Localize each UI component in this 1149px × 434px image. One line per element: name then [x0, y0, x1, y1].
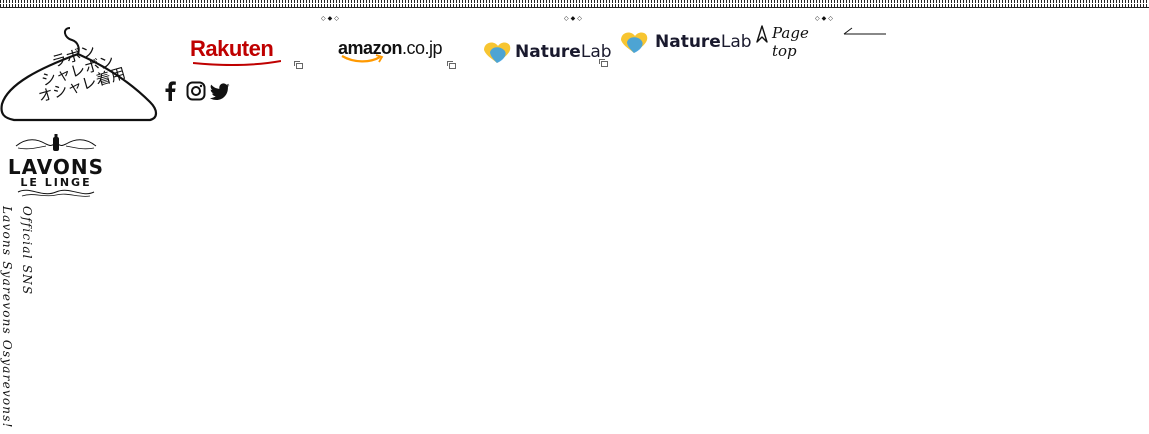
naturelab-logo-icon: [484, 42, 511, 63]
naturelab-logo-icon: [621, 32, 648, 53]
arrow-up-icon: [756, 25, 768, 43]
naturelab-shop-text: NatureLab: [515, 42, 612, 62]
external-link-icon: [294, 61, 303, 69]
naturelab-brand-text: NatureLab: [655, 32, 752, 52]
ornament-diamonds: ◇◆◇: [321, 15, 341, 22]
rakuten-swoosh-icon: [193, 60, 281, 66]
top-decorative-border: [0, 0, 1149, 8]
page-top-label: Page top: [772, 24, 809, 60]
twitter-icon[interactable]: [210, 81, 230, 101]
rakuten-logo-text: Rakuten: [190, 36, 274, 61]
brand-logo[interactable]: LAVONS LE LINGE: [0, 134, 112, 204]
page-top-line-icon: [843, 27, 886, 35]
ornament-diamonds: ◇◆◇: [815, 15, 835, 22]
vertical-tagline: Lavons Syarevons Osyarevons!: [0, 206, 14, 429]
naturelab-shop-light: Lab: [580, 42, 612, 62]
instagram-icon[interactable]: [186, 81, 206, 101]
ornament-bottom-icon: [17, 189, 95, 197]
naturelab-brand-light: Lab: [720, 32, 752, 52]
amazon-suffix: .co.jp: [402, 38, 443, 58]
facebook-icon[interactable]: [164, 81, 176, 101]
ornament-top-icon: [15, 134, 97, 151]
external-link-icon: [599, 59, 608, 67]
official-sns-label: Official SNS: [20, 206, 34, 296]
ornament-diamonds: ◇◆◇: [564, 15, 584, 22]
naturelab-shop-bold: Nature: [515, 42, 581, 62]
naturelab-brand-bold: Nature: [655, 32, 721, 52]
amazon-smile-icon: [341, 54, 384, 63]
external-link-icon: [447, 61, 456, 69]
